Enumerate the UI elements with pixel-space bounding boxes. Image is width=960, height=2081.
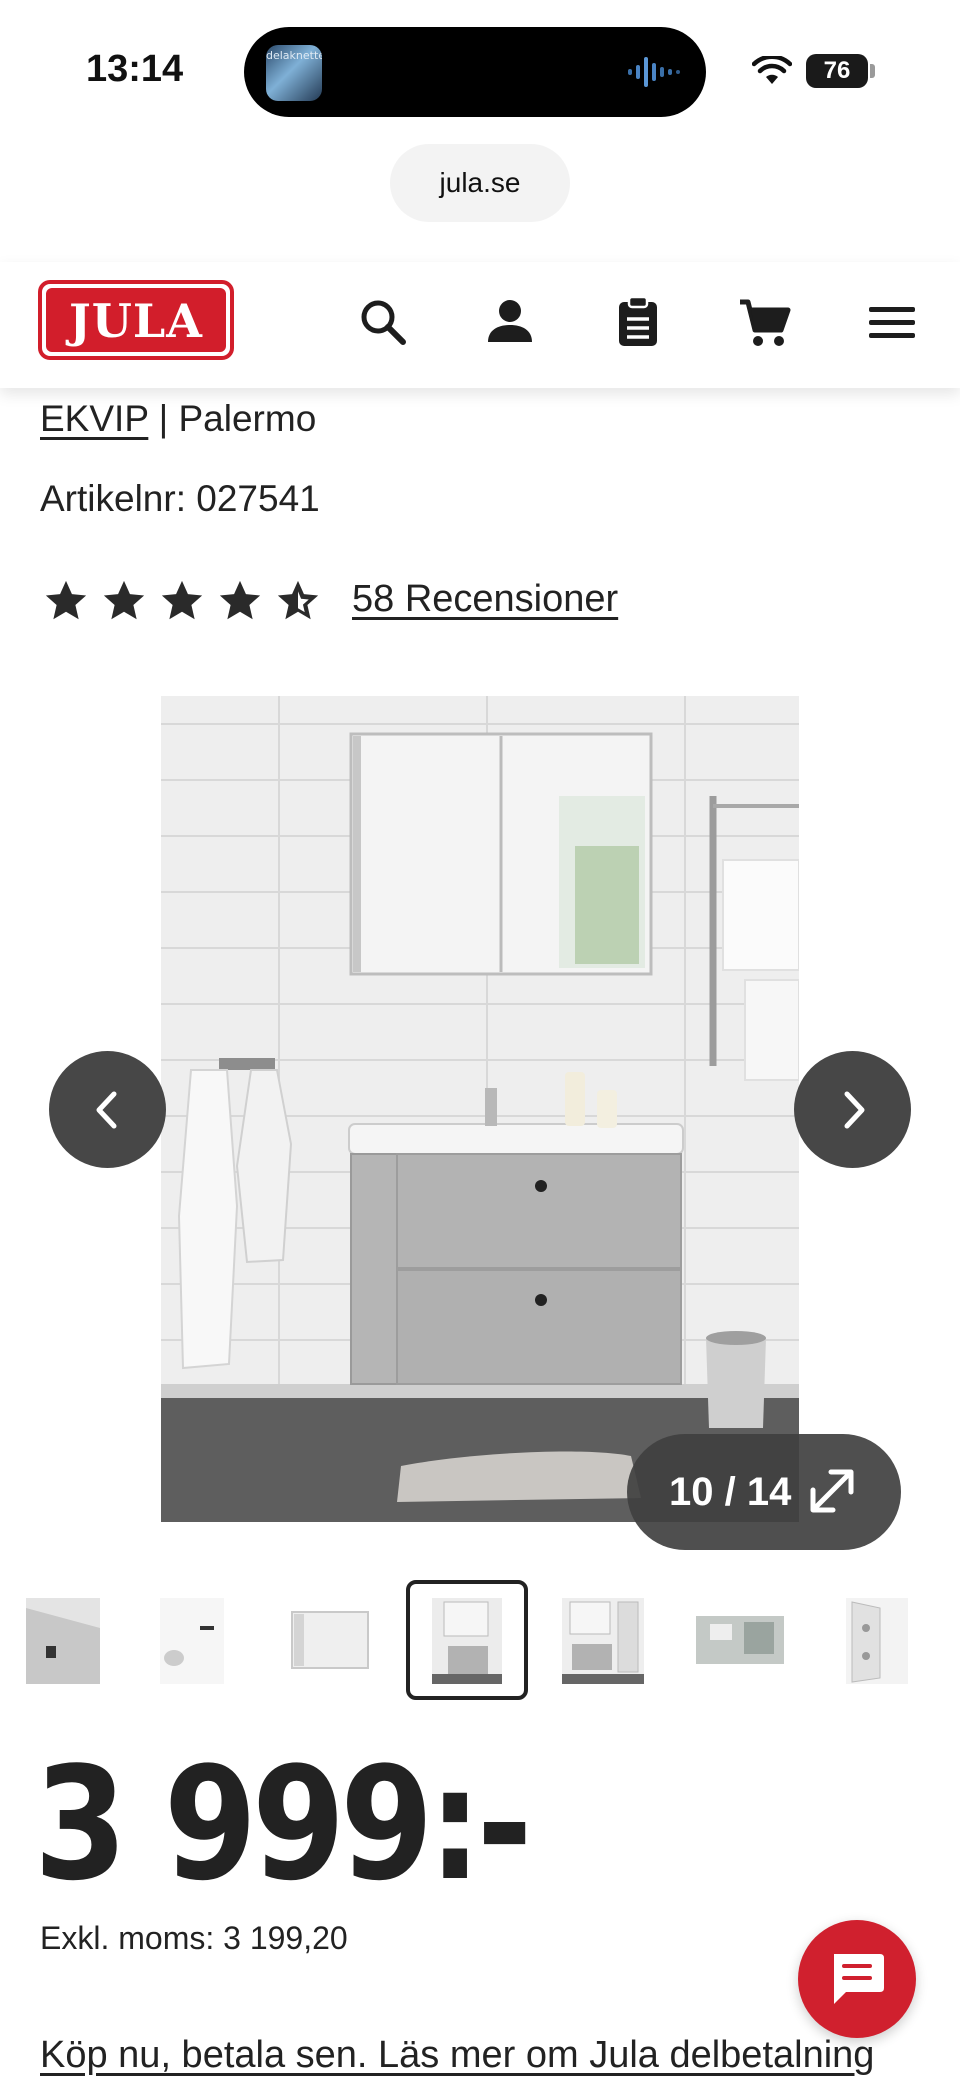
- shopping-list-button[interactable]: [610, 294, 666, 350]
- star-full-icon: [103, 580, 145, 620]
- image-counter[interactable]: 10 / 14: [627, 1434, 901, 1550]
- star-full-icon: [45, 580, 87, 620]
- audio-wave-icon: [628, 57, 680, 87]
- status-bar: 13:14 delaknette 76: [0, 0, 960, 140]
- url-bar[interactable]: jula.se: [390, 144, 570, 222]
- image-counter-text: 10 / 14: [669, 1470, 792, 1514]
- star-full-icon: [219, 580, 261, 620]
- chevron-left-icon: [96, 1091, 117, 1129]
- now-playing-art-text: delaknette: [266, 49, 322, 62]
- expand-icon[interactable]: [805, 1464, 859, 1518]
- star-full-icon: [161, 580, 203, 620]
- product-image[interactable]: [161, 696, 799, 1522]
- thumbnail[interactable]: [26, 1598, 100, 1684]
- price-excl-vat: Exkl. moms: 3 199,20: [40, 1920, 348, 1956]
- logo-background: JULA: [46, 288, 226, 352]
- article-number: Artikelnr: 027541: [40, 478, 320, 519]
- status-time: 13:14: [86, 48, 184, 90]
- thumbnail-image: [160, 1598, 224, 1684]
- chat-icon: [834, 1954, 884, 2004]
- menu-button[interactable]: [864, 294, 920, 350]
- account-icon: [488, 300, 532, 342]
- account-button[interactable]: [482, 294, 538, 350]
- cart-icon: [740, 299, 791, 346]
- site-header: JULA: [0, 262, 960, 388]
- jula-logo[interactable]: JULA: [38, 280, 234, 360]
- battery-cap: [870, 64, 875, 78]
- thumbnail[interactable]: [290, 1598, 370, 1684]
- search-button[interactable]: [355, 294, 411, 350]
- thumbnail[interactable]: [696, 1598, 784, 1684]
- thumbnail[interactable]: [846, 1598, 908, 1684]
- chevron-right-icon: [844, 1091, 865, 1129]
- now-playing-artwork: delaknette: [266, 45, 322, 101]
- pay-later-link[interactable]: Köp nu, betala sen. Läs mer om Jula delb…: [40, 2034, 874, 2077]
- thumbnail-image: [696, 1598, 784, 1684]
- thumbnail-image: [846, 1598, 908, 1684]
- thumbnail[interactable]: [562, 1598, 644, 1684]
- previous-image-button[interactable]: [49, 1051, 166, 1168]
- bathroom-scene-image: [161, 696, 799, 1522]
- selected-thumbnail-frame: [406, 1580, 528, 1700]
- product-title: EKVIP | Palermo: [40, 398, 316, 440]
- rating-stars: [40, 574, 330, 624]
- clipboard-icon: [619, 295, 657, 346]
- product-price: 3 999:-: [34, 1733, 532, 1915]
- logo-text: JULA: [69, 294, 203, 348]
- reviews-link[interactable]: 58 Recensioner: [352, 578, 618, 621]
- brand-link[interactable]: EKVIP: [40, 398, 148, 439]
- thumbnail-image: [562, 1598, 644, 1684]
- thumbnail-image: [26, 1598, 100, 1684]
- search-icon: [361, 300, 406, 345]
- cart-button[interactable]: [737, 294, 793, 350]
- star-half-icon: [277, 580, 319, 620]
- dynamic-island[interactable]: delaknette: [244, 27, 706, 117]
- title-separator: |: [148, 398, 179, 439]
- menu-icon: [869, 307, 915, 338]
- thumbnail-image: [290, 1598, 370, 1684]
- product-name: Palermo: [178, 398, 317, 439]
- battery-indicator: 76: [806, 54, 868, 88]
- chat-button[interactable]: [798, 1920, 916, 2038]
- thumbnail[interactable]: [160, 1598, 224, 1684]
- thumbnail-strip: [0, 1580, 960, 1702]
- wifi-icon: [752, 56, 792, 84]
- next-image-button[interactable]: [794, 1051, 911, 1168]
